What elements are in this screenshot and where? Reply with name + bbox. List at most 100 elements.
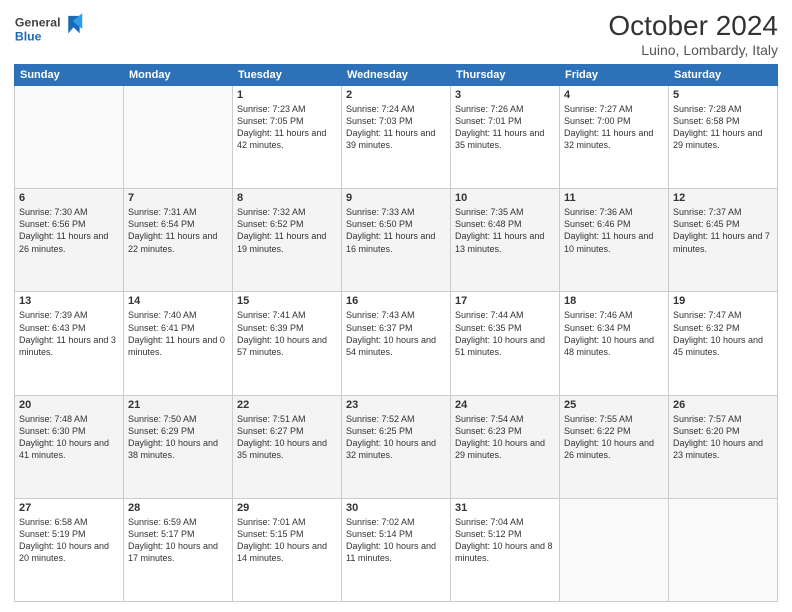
calendar-table: Sunday Monday Tuesday Wednesday Thursday… xyxy=(14,64,778,602)
day-info: Sunrise: 7:51 AMSunset: 6:27 PMDaylight:… xyxy=(237,413,337,462)
day-number: 21 xyxy=(128,399,228,411)
day-number: 13 xyxy=(19,295,119,307)
day-number: 30 xyxy=(346,502,446,514)
header-sunday: Sunday xyxy=(15,65,124,86)
day-number: 6 xyxy=(19,192,119,204)
calendar-day-cell xyxy=(560,498,669,601)
calendar-day-cell: 9 Sunrise: 7:33 AMSunset: 6:50 PMDaylight… xyxy=(342,189,451,292)
calendar-day-cell: 29 Sunrise: 7:01 AMSunset: 5:15 PMDayligh… xyxy=(233,498,342,601)
day-number: 20 xyxy=(19,399,119,411)
day-info: Sunrise: 7:31 AMSunset: 6:54 PMDaylight:… xyxy=(128,206,228,255)
calendar-day-cell: 22 Sunrise: 7:51 AMSunset: 6:27 PMDayligh… xyxy=(233,395,342,498)
day-number: 3 xyxy=(455,89,555,101)
calendar-header-row: Sunday Monday Tuesday Wednesday Thursday… xyxy=(15,65,778,86)
header-friday: Friday xyxy=(560,65,669,86)
logo-image: General Blue xyxy=(14,10,84,48)
calendar-day-cell: 5 Sunrise: 7:28 AMSunset: 6:58 PMDaylight… xyxy=(669,86,778,189)
calendar-day-cell xyxy=(15,86,124,189)
day-info: Sunrise: 7:36 AMSunset: 6:46 PMDaylight:… xyxy=(564,206,664,255)
day-number: 11 xyxy=(564,192,664,204)
day-info: Sunrise: 7:04 AMSunset: 5:12 PMDaylight:… xyxy=(455,516,555,565)
day-info: Sunrise: 7:40 AMSunset: 6:41 PMDaylight:… xyxy=(128,309,228,358)
day-number: 14 xyxy=(128,295,228,307)
calendar-day-cell: 27Sunrise: 6:58 AMSunset: 5:19 PMDayligh… xyxy=(15,498,124,601)
calendar-day-cell: 6Sunrise: 7:30 AMSunset: 6:56 PMDaylight… xyxy=(15,189,124,292)
calendar-day-cell: 13 Sunrise: 7:39 AMSunset: 6:43 PMDayligh… xyxy=(15,292,124,395)
day-number: 15 xyxy=(237,295,337,307)
calendar-day-cell: 18Sunrise: 7:46 AMSunset: 6:34 PMDayligh… xyxy=(560,292,669,395)
calendar-day-cell: 26 Sunrise: 7:57 AMSunset: 6:20 PMDayligh… xyxy=(669,395,778,498)
calendar-week-row: 6Sunrise: 7:30 AMSunset: 6:56 PMDaylight… xyxy=(15,189,778,292)
day-number: 16 xyxy=(346,295,446,307)
day-number: 22 xyxy=(237,399,337,411)
day-number: 1 xyxy=(237,89,337,101)
day-info: Sunrise: 7:01 AMSunset: 5:15 PMDaylight:… xyxy=(237,516,337,565)
day-info: Sunrise: 7:27 AMSunset: 7:00 PMDaylight:… xyxy=(564,103,664,152)
day-number: 19 xyxy=(673,295,773,307)
day-number: 31 xyxy=(455,502,555,514)
day-info: Sunrise: 7:33 AMSunset: 6:50 PMDaylight:… xyxy=(346,206,446,255)
day-number: 2 xyxy=(346,89,446,101)
day-info: Sunrise: 7:23 AMSunset: 7:05 PMDaylight:… xyxy=(237,103,337,152)
day-info: Sunrise: 7:02 AMSunset: 5:14 PMDaylight:… xyxy=(346,516,446,565)
title-area: October 2024 Luino, Lombardy, Italy xyxy=(608,10,778,58)
calendar-week-row: 13 Sunrise: 7:39 AMSunset: 6:43 PMDayligh… xyxy=(15,292,778,395)
calendar-day-cell: 28Sunrise: 6:59 AMSunset: 5:17 PMDayligh… xyxy=(124,498,233,601)
day-number: 10 xyxy=(455,192,555,204)
month-title: October 2024 xyxy=(608,10,778,42)
day-number: 8 xyxy=(237,192,337,204)
day-number: 25 xyxy=(564,399,664,411)
day-info: Sunrise: 6:59 AMSunset: 5:17 PMDaylight:… xyxy=(128,516,228,565)
day-number: 17 xyxy=(455,295,555,307)
calendar-week-row: 27Sunrise: 6:58 AMSunset: 5:19 PMDayligh… xyxy=(15,498,778,601)
calendar-week-row: 20 Sunrise: 7:48 AMSunset: 6:30 PMDayligh… xyxy=(15,395,778,498)
logo: General Blue xyxy=(14,10,84,48)
day-info: Sunrise: 7:37 AMSunset: 6:45 PMDaylight:… xyxy=(673,206,773,255)
calendar-day-cell: 25Sunrise: 7:55 AMSunset: 6:22 PMDayligh… xyxy=(560,395,669,498)
day-info: Sunrise: 7:57 AMSunset: 6:20 PMDaylight:… xyxy=(673,413,773,462)
calendar-day-cell xyxy=(669,498,778,601)
calendar-day-cell: 31 Sunrise: 7:04 AMSunset: 5:12 PMDayligh… xyxy=(451,498,560,601)
calendar-day-cell: 15 Sunrise: 7:41 AMSunset: 6:39 PMDayligh… xyxy=(233,292,342,395)
day-info: Sunrise: 7:28 AMSunset: 6:58 PMDaylight:… xyxy=(673,103,773,152)
calendar-day-cell: 19 Sunrise: 7:47 AMSunset: 6:32 PMDayligh… xyxy=(669,292,778,395)
calendar-day-cell: 11 Sunrise: 7:36 AMSunset: 6:46 PMDayligh… xyxy=(560,189,669,292)
calendar-day-cell: 16 Sunrise: 7:43 AMSunset: 6:37 PMDayligh… xyxy=(342,292,451,395)
calendar-day-cell: 24 Sunrise: 7:54 AMSunset: 6:23 PMDayligh… xyxy=(451,395,560,498)
page-header: General Blue October 2024 Luino, Lombard… xyxy=(14,10,778,58)
day-info: Sunrise: 7:44 AMSunset: 6:35 PMDaylight:… xyxy=(455,309,555,358)
day-number: 23 xyxy=(346,399,446,411)
calendar-day-cell xyxy=(124,86,233,189)
day-info: Sunrise: 7:43 AMSunset: 6:37 PMDaylight:… xyxy=(346,309,446,358)
day-number: 9 xyxy=(346,192,446,204)
day-number: 29 xyxy=(237,502,337,514)
svg-text:Blue: Blue xyxy=(15,29,42,43)
day-info: Sunrise: 7:47 AMSunset: 6:32 PMDaylight:… xyxy=(673,309,773,358)
day-info: Sunrise: 7:39 AMSunset: 6:43 PMDaylight:… xyxy=(19,309,119,358)
location-title: Luino, Lombardy, Italy xyxy=(608,42,778,58)
day-info: Sunrise: 7:54 AMSunset: 6:23 PMDaylight:… xyxy=(455,413,555,462)
calendar-day-cell: 20 Sunrise: 7:48 AMSunset: 6:30 PMDayligh… xyxy=(15,395,124,498)
calendar-day-cell: 1 Sunrise: 7:23 AMSunset: 7:05 PMDaylight… xyxy=(233,86,342,189)
header-thursday: Thursday xyxy=(451,65,560,86)
day-info: Sunrise: 7:48 AMSunset: 6:30 PMDaylight:… xyxy=(19,413,119,462)
header-saturday: Saturday xyxy=(669,65,778,86)
day-number: 27 xyxy=(19,502,119,514)
svg-text:General: General xyxy=(15,15,61,29)
day-number: 12 xyxy=(673,192,773,204)
day-info: Sunrise: 7:52 AMSunset: 6:25 PMDaylight:… xyxy=(346,413,446,462)
day-info: Sunrise: 7:26 AMSunset: 7:01 PMDaylight:… xyxy=(455,103,555,152)
day-number: 18 xyxy=(564,295,664,307)
calendar-day-cell: 21Sunrise: 7:50 AMSunset: 6:29 PMDayligh… xyxy=(124,395,233,498)
calendar-day-cell: 14 Sunrise: 7:40 AMSunset: 6:41 PMDayligh… xyxy=(124,292,233,395)
calendar-day-cell: 12 Sunrise: 7:37 AMSunset: 6:45 PMDayligh… xyxy=(669,189,778,292)
day-number: 24 xyxy=(455,399,555,411)
header-monday: Monday xyxy=(124,65,233,86)
header-wednesday: Wednesday xyxy=(342,65,451,86)
day-number: 26 xyxy=(673,399,773,411)
header-tuesday: Tuesday xyxy=(233,65,342,86)
calendar-day-cell: 23 Sunrise: 7:52 AMSunset: 6:25 PMDayligh… xyxy=(342,395,451,498)
day-info: Sunrise: 7:41 AMSunset: 6:39 PMDaylight:… xyxy=(237,309,337,358)
day-info: Sunrise: 7:35 AMSunset: 6:48 PMDaylight:… xyxy=(455,206,555,255)
day-number: 5 xyxy=(673,89,773,101)
